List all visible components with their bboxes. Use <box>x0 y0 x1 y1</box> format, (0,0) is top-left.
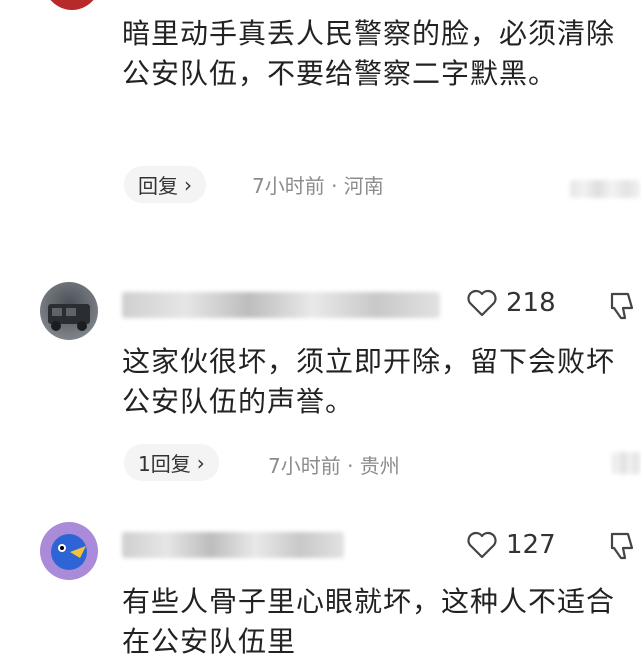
like-control[interactable]: 218 <box>466 288 556 318</box>
thumbs-down-icon[interactable] <box>608 290 638 326</box>
heart-icon <box>467 289 497 317</box>
comment-meta: 7小时前 · 贵州 <box>268 454 400 478</box>
blurred-content <box>612 452 641 474</box>
thumbs-down-icon[interactable] <box>608 530 638 566</box>
avatar[interactable] <box>44 0 100 10</box>
comment-text: 有些人骨子里心眼就坏，这种人不适合在公安队伍里 <box>122 585 616 658</box>
heart-icon <box>467 531 497 559</box>
avatar[interactable] <box>40 522 98 580</box>
blurred-content <box>570 180 640 198</box>
like-count: 127 <box>506 530 556 560</box>
like-control[interactable]: 127 <box>466 530 556 560</box>
username-blurred[interactable] <box>122 292 440 318</box>
reply-button[interactable]: 回复 › <box>124 166 206 203</box>
avatar[interactable] <box>40 282 98 340</box>
avatar-image-icon <box>48 304 90 331</box>
like-count: 218 <box>506 288 556 318</box>
comment-meta: 7小时前 · 河南 <box>252 174 384 198</box>
chevron-right-icon: › <box>196 450 205 475</box>
reply-button[interactable]: 1回复 › <box>124 444 219 481</box>
comment-text: 这家伙很坏，须立即开除，留下会败坏公安队伍的声誉。 <box>122 345 616 418</box>
chevron-right-icon: › <box>184 172 192 197</box>
comment-text: 暗里动手真丢人民警察的脸，必须清除公安队伍，不要给警察二字默黑。 <box>122 17 616 90</box>
username-blurred[interactable] <box>122 532 344 558</box>
avatar-bird-icon <box>51 534 87 570</box>
reply-label: 回复 <box>138 174 178 198</box>
reply-label: 1回复 <box>138 452 191 476</box>
